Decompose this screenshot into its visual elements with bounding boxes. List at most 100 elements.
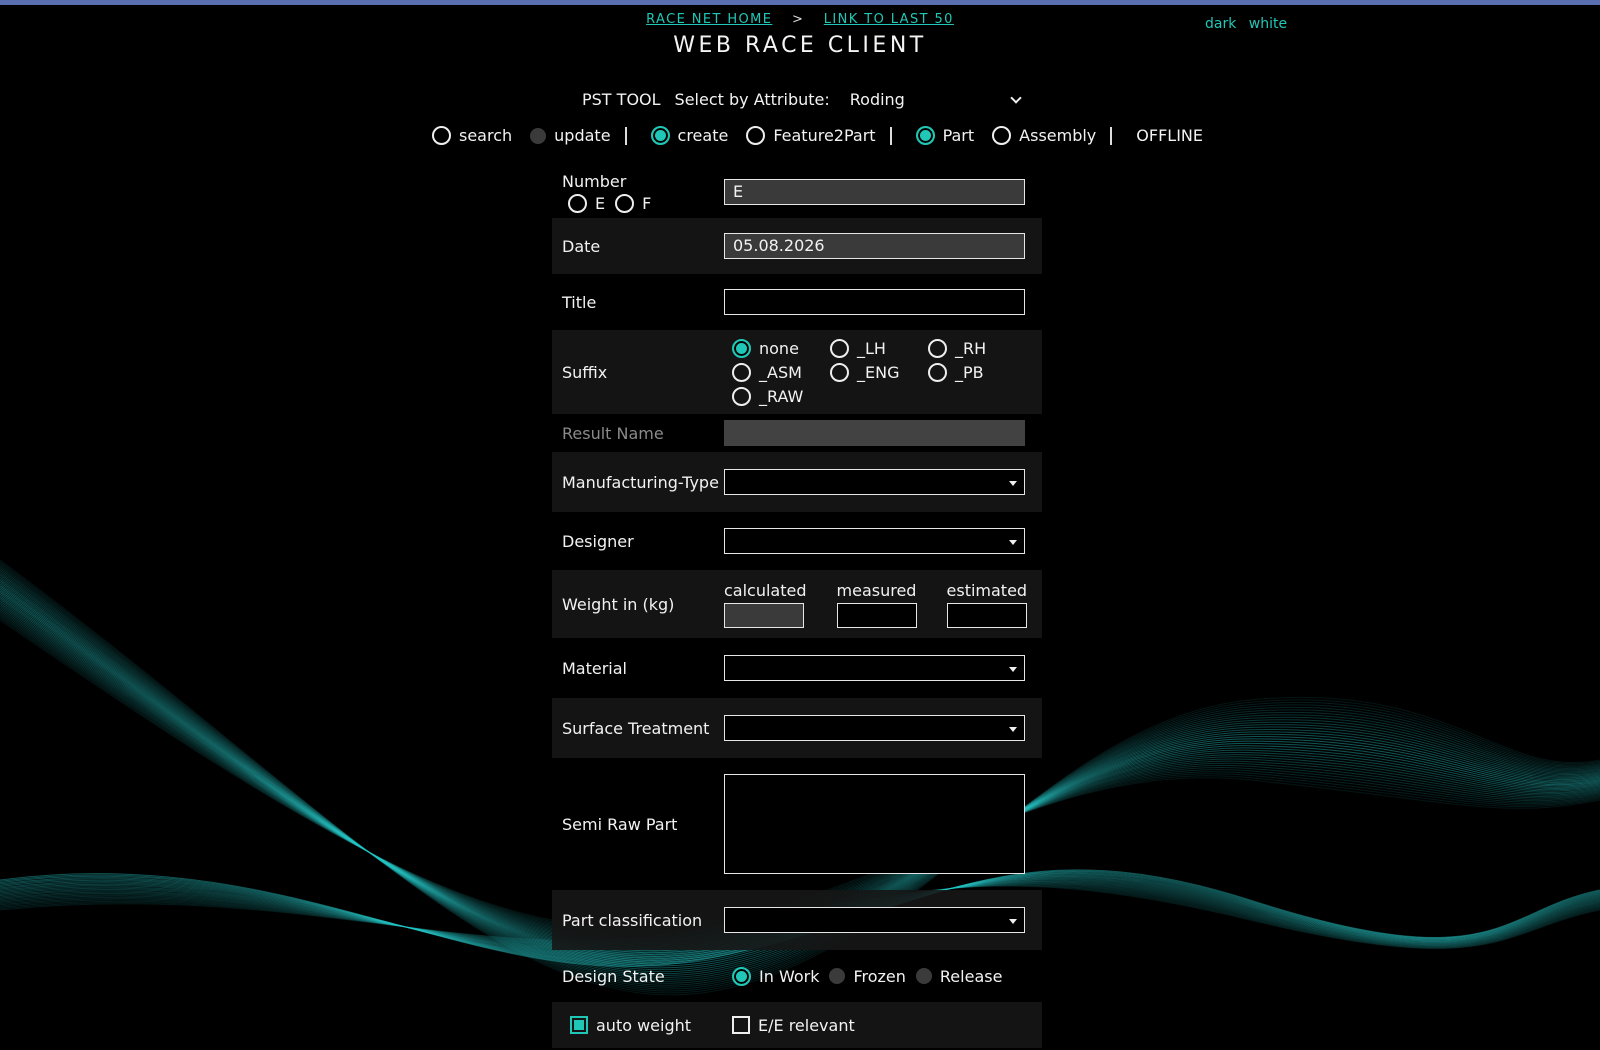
- design-state-label: Design State: [562, 966, 665, 986]
- select-attribute-label: Select by Attribute:: [674, 90, 830, 109]
- part-classification-select[interactable]: [724, 907, 1025, 933]
- attribute-select-value: Roding: [849, 90, 905, 109]
- designer-select[interactable]: [724, 528, 1025, 554]
- mode-create-label: create: [677, 126, 729, 145]
- radio-icon: [732, 386, 751, 406]
- radio-icon: [568, 193, 587, 213]
- last-50-link[interactable]: LINK TO LAST 50: [824, 12, 954, 27]
- radio-icon: [829, 968, 846, 984]
- mode-feature2part-radio[interactable]: Feature2Part: [746, 126, 876, 145]
- suffix-option-label: none: [759, 338, 799, 358]
- date-label: Date: [562, 236, 601, 256]
- weight-estimated-input[interactable]: [946, 602, 1027, 628]
- radio-icon: [915, 126, 935, 145]
- suffix-eng-radio[interactable]: _ENG: [830, 362, 928, 382]
- suffix-option-label: _RAW: [759, 386, 804, 406]
- suffix-lh-radio[interactable]: _LH: [830, 338, 928, 358]
- radio-icon: [432, 126, 451, 145]
- radio-icon: [530, 127, 547, 144]
- designer-row: Designer: [552, 512, 1042, 570]
- type-part-radio[interactable]: Part: [915, 126, 975, 145]
- attribute-select[interactable]: Roding: [848, 90, 1026, 109]
- radio-icon: [915, 968, 932, 984]
- number-input[interactable]: E: [724, 179, 1025, 205]
- radio-icon: [746, 126, 766, 145]
- material-select[interactable]: [724, 655, 1025, 681]
- weight-estimated-label: estimated: [946, 580, 1028, 600]
- type-part-label: Part: [942, 126, 975, 145]
- auto-weight-group: auto weight: [562, 1016, 724, 1035]
- weight-measured-label: measured: [836, 580, 917, 600]
- radio-icon: [732, 966, 751, 986]
- suffix-asm-radio[interactable]: _ASM: [732, 362, 830, 382]
- tool-row: PST TOOL Select by Attribute: Roding: [582, 90, 1026, 109]
- suffix-pb-radio[interactable]: _PB: [928, 362, 1026, 382]
- flags-row: auto weight E/E relevant: [552, 1002, 1042, 1048]
- number-e-radio[interactable]: E: [568, 193, 605, 213]
- surface-treatment-select[interactable]: [724, 715, 1025, 741]
- state-in-work-radio[interactable]: In Work: [732, 966, 819, 986]
- mode-search-radio[interactable]: search: [432, 126, 512, 145]
- radio-icon: [992, 126, 1012, 145]
- ee-relevant-group: E/E relevant: [732, 1016, 855, 1035]
- suffix-options: none _LH _RH _ASM _ENG _PB _RAW: [732, 338, 1026, 406]
- suffix-option-label: _LH: [857, 338, 886, 358]
- part-form: Number E F E Date 05.08.2026 Title Suffi…: [552, 166, 1042, 1048]
- mode-search-label: search: [459, 126, 513, 145]
- auto-weight-checkbox[interactable]: [570, 1016, 588, 1034]
- semi-raw-part-row: Semi Raw Part: [552, 758, 1042, 890]
- ee-relevant-label: E/E relevant: [758, 1015, 855, 1035]
- divider: [1110, 126, 1113, 145]
- number-f-radio[interactable]: F: [615, 193, 652, 213]
- result-name-label: Result Name: [562, 423, 664, 443]
- semi-raw-part-label: Semi Raw Part: [562, 814, 678, 834]
- mode-create-radio[interactable]: create: [650, 126, 729, 145]
- race-net-home-link[interactable]: RACE NET HOME: [646, 12, 772, 27]
- designer-label: Designer: [562, 531, 634, 551]
- result-name-row: Result Name: [552, 414, 1042, 452]
- weight-calculated-input: [724, 602, 804, 628]
- suffix-label: Suffix: [562, 362, 608, 382]
- part-classification-label: Part classification: [562, 910, 703, 930]
- suffix-option-label: _ENG: [857, 362, 900, 382]
- mode-update-radio[interactable]: update: [530, 126, 611, 145]
- theme-white-link[interactable]: white: [1249, 16, 1287, 32]
- auto-weight-label: auto weight: [596, 1015, 692, 1035]
- weight-measured-input[interactable]: [836, 602, 917, 628]
- suffix-none-radio[interactable]: none: [732, 338, 830, 358]
- number-f-label: F: [642, 193, 652, 213]
- state-frozen-radio[interactable]: Frozen: [829, 967, 906, 986]
- chevron-down-icon: [1010, 91, 1022, 104]
- manufacturing-type-label: Manufacturing-Type: [562, 472, 719, 492]
- date-input[interactable]: 05.08.2026: [724, 233, 1025, 259]
- material-label: Material: [562, 658, 627, 678]
- number-label-group: Number E F: [562, 172, 724, 213]
- ee-relevant-checkbox[interactable]: [732, 1016, 750, 1034]
- type-assembly-radio[interactable]: Assembly: [992, 126, 1096, 145]
- suffix-rh-radio[interactable]: _RH: [928, 338, 1026, 358]
- tool-name: PST TOOL: [582, 90, 661, 109]
- manufacturing-type-select[interactable]: [724, 469, 1025, 495]
- radio-icon: [650, 126, 670, 145]
- manufacturing-type-row: Manufacturing-Type: [552, 452, 1042, 512]
- radio-icon: [732, 362, 751, 382]
- surface-treatment-label: Surface Treatment: [562, 718, 710, 738]
- radio-icon: [732, 338, 751, 358]
- surface-treatment-row: Surface Treatment: [552, 698, 1042, 758]
- mode-update-label: update: [554, 126, 611, 145]
- date-row: Date 05.08.2026: [552, 218, 1042, 274]
- theme-switcher: dark white: [1205, 16, 1295, 32]
- title-input[interactable]: [724, 289, 1025, 315]
- result-name-input: [724, 420, 1025, 446]
- weight-estimated: estimated: [946, 580, 1028, 628]
- weight-measured: measured: [836, 580, 917, 628]
- mode-row: search update create Feature2Part Part A…: [432, 126, 1203, 145]
- suffix-raw-radio[interactable]: _RAW: [732, 386, 830, 406]
- semi-raw-part-textarea[interactable]: [724, 774, 1025, 874]
- theme-dark-link[interactable]: dark: [1205, 16, 1236, 32]
- state-release-radio[interactable]: Release: [915, 967, 1002, 986]
- design-state-options: In Work Frozen Release: [732, 966, 1012, 986]
- breadcrumb: RACE NET HOME > LINK TO LAST 50: [0, 12, 1600, 27]
- title-label: Title: [562, 292, 597, 312]
- connection-status: OFFLINE: [1136, 126, 1203, 145]
